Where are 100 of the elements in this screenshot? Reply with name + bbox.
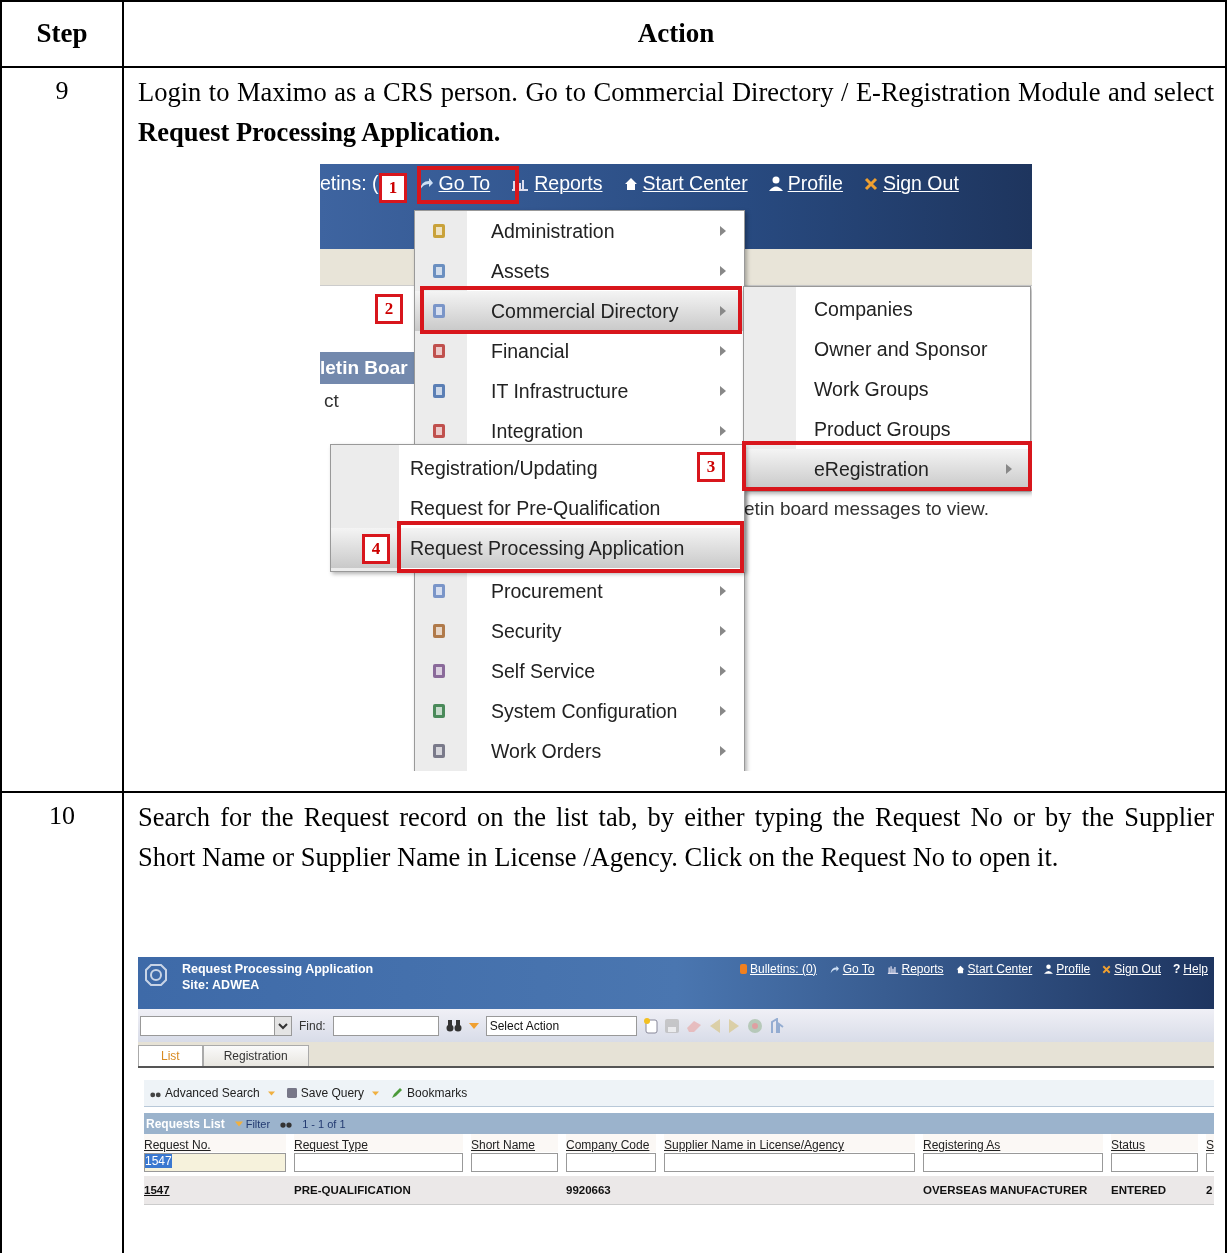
action-dropdown[interactable]: Select Action bbox=[485, 1015, 637, 1036]
route-icon[interactable] bbox=[769, 1017, 784, 1034]
new-document-icon[interactable] bbox=[643, 1017, 658, 1034]
step-callout: 2 bbox=[375, 294, 403, 324]
menu-item[interactable]: Companies bbox=[744, 289, 1030, 329]
menu-item[interactable]: System Configuration bbox=[415, 691, 744, 731]
step-callout: 1 bbox=[379, 173, 407, 203]
page-text: ct bbox=[324, 390, 339, 412]
filter-field[interactable] bbox=[1111, 1153, 1198, 1172]
binoculars-icon[interactable] bbox=[445, 1019, 462, 1032]
nav-link[interactable]: Profile bbox=[1044, 962, 1091, 976]
save-icon[interactable] bbox=[664, 1018, 679, 1033]
pencil-icon bbox=[391, 1087, 404, 1099]
table-cell-text: 9920663 bbox=[566, 1184, 612, 1196]
submenu-arrow-icon bbox=[720, 306, 726, 316]
column-header[interactable]: Request Type bbox=[294, 1134, 463, 1152]
column-header[interactable]: Registering As bbox=[923, 1134, 1103, 1152]
menu-item[interactable]: eRegistration bbox=[744, 449, 1030, 489]
filter-button[interactable]: Filter bbox=[234, 1117, 271, 1130]
tab[interactable]: Registration bbox=[202, 1045, 309, 1066]
filter-field[interactable] bbox=[294, 1153, 463, 1172]
app-icon bbox=[431, 263, 447, 279]
table-cell: 2 bbox=[1206, 1184, 1214, 1196]
query-dropdown[interactable] bbox=[140, 1015, 292, 1036]
column-header[interactable]: Request No. bbox=[144, 1134, 286, 1152]
step-callout: 4 bbox=[362, 534, 390, 564]
menu-item[interactable]: Work Orders bbox=[415, 731, 744, 771]
nav-link[interactable]: Start Center bbox=[955, 962, 1033, 976]
toolbar-button[interactable]: Bookmarks bbox=[391, 1086, 468, 1100]
nav-link[interactable]: Sign Out bbox=[1102, 962, 1161, 976]
menu-item[interactable]: Registration/Updating bbox=[331, 448, 606, 488]
nav-link[interactable]: Sign Out bbox=[863, 172, 959, 195]
page-text: etin board messages to view. bbox=[744, 498, 990, 520]
app-icon bbox=[431, 743, 447, 759]
column-header[interactable]: Company Code bbox=[566, 1134, 656, 1152]
nav-link[interactable]: Go To bbox=[828, 962, 875, 976]
instruction-text: Login to Maximo as a CRS person. Go to Commercial Directory / E-Registration Module and select Request Processing Application. bbox=[138, 76, 1214, 149]
submenu-arrow-icon bbox=[720, 586, 726, 596]
app-icon bbox=[431, 663, 447, 679]
submenu-arrow-icon bbox=[720, 706, 726, 716]
filter-field[interactable] bbox=[923, 1153, 1103, 1172]
person-icon bbox=[1044, 964, 1054, 974]
filter-field[interactable]: 1547 bbox=[144, 1153, 286, 1172]
save-icon bbox=[286, 1088, 297, 1098]
menu-item[interactable]: Integration bbox=[415, 411, 744, 451]
submenu-arrow-icon bbox=[720, 746, 726, 756]
submenu-arrow-icon bbox=[720, 266, 726, 276]
nav-link[interactable]: Reports bbox=[511, 172, 603, 195]
menu-item[interactable]: Work Groups bbox=[744, 369, 1030, 409]
column-header[interactable]: Supplier Name in License/Agency bbox=[664, 1134, 915, 1152]
table-cell-text: PRE-QUALIFICATION bbox=[294, 1184, 412, 1196]
menu-item[interactable]: Assets bbox=[415, 251, 744, 291]
menu-item[interactable]: Financial bbox=[415, 331, 744, 371]
menu-item[interactable]: Procurement bbox=[415, 571, 744, 611]
menu-item[interactable]: IT Infrastructure bbox=[415, 371, 744, 411]
toolbar-button[interactable]: Save Query bbox=[286, 1086, 380, 1100]
eraser-icon[interactable] bbox=[685, 1018, 702, 1033]
alert-icon bbox=[740, 964, 747, 974]
list-title: Requests List bbox=[146, 1116, 225, 1131]
menu-item[interactable]: Self Service bbox=[415, 651, 744, 691]
app-icon bbox=[431, 223, 447, 239]
table-row[interactable]: 1547 PRE-QUALIFICATION 9920663 OVERSEAS MANUFACTURER ENTERED 2 bbox=[144, 1176, 1214, 1205]
filter-field[interactable] bbox=[566, 1153, 656, 1172]
app-icon bbox=[431, 583, 447, 599]
person-icon bbox=[768, 176, 783, 191]
panel-title: letin Boar bbox=[320, 352, 414, 384]
nav-link[interactable]: Go To bbox=[417, 172, 491, 195]
menu-item[interactable]: Owner and Sponsor bbox=[744, 329, 1030, 369]
submenu-arrow-icon bbox=[720, 426, 726, 436]
column-header[interactable]: Short Name bbox=[471, 1134, 558, 1152]
nav-link[interactable]: Profile bbox=[768, 172, 843, 195]
column-header[interactable]: Status bbox=[1111, 1134, 1198, 1152]
submenu-arrow-icon bbox=[1006, 464, 1012, 474]
binoculars-icon[interactable] bbox=[280, 1119, 293, 1128]
column-header[interactable]: S bbox=[1206, 1134, 1214, 1152]
step-number: 9 bbox=[2, 68, 124, 793]
find-field[interactable] bbox=[332, 1015, 439, 1036]
request-link[interactable]: 1547 bbox=[144, 1184, 286, 1196]
app-icon bbox=[431, 423, 447, 439]
nav-link[interactable]: etins: ( bbox=[320, 172, 379, 195]
menu-item[interactable]: Administration bbox=[415, 211, 744, 251]
filter-field[interactable] bbox=[471, 1153, 558, 1172]
submenu-arrow-icon bbox=[720, 346, 726, 356]
dropdown-arrow-icon[interactable] bbox=[468, 1022, 479, 1029]
funnel-icon bbox=[234, 1120, 243, 1127]
nav-link[interactable]: Start Center bbox=[623, 172, 748, 195]
toolbar-button[interactable]: Advanced Search bbox=[150, 1086, 275, 1100]
arrow-icon bbox=[828, 964, 840, 974]
find-label: Find: bbox=[299, 1018, 326, 1033]
filter-field[interactable] bbox=[664, 1153, 915, 1172]
close-icon bbox=[863, 176, 878, 191]
pager-text: 1 - 1 of 1 bbox=[302, 1117, 346, 1130]
app-icon bbox=[431, 703, 447, 719]
workflow-icon[interactable] bbox=[746, 1017, 763, 1034]
nav-link[interactable]: Reports bbox=[886, 962, 944, 976]
menu-item[interactable]: Commercial Directory bbox=[415, 291, 744, 331]
nav-link[interactable]: Bulletins: (0) bbox=[740, 962, 817, 976]
nav-link[interactable]: ? Help bbox=[1172, 962, 1208, 976]
table-cell-text: ENTERED bbox=[1111, 1184, 1167, 1196]
menu-item[interactable]: Security bbox=[415, 611, 744, 651]
